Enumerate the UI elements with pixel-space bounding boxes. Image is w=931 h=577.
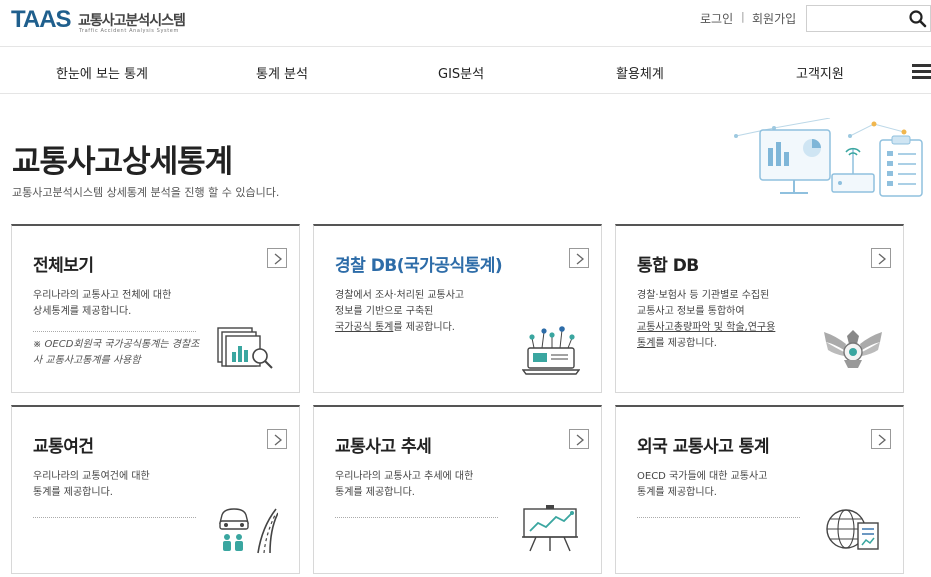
card-accident-trend[interactable]: 교통사고 추세 우리나라의 교통사고 추세에 대한 통계를 제공합니다.: [313, 405, 602, 574]
card-title: 경찰 DB(국가공식통계): [335, 256, 503, 276]
car-road-people-icon: [219, 508, 278, 554]
dotted-divider: [637, 517, 800, 518]
top-bar: TAAS 교통사고분석시스템 Traffic Accident Analysis…: [0, 0, 931, 46]
taas-logo[interactable]: TAAS 교통사고분석시스템 Traffic Accident Analysis…: [11, 6, 201, 34]
police-emblem-icon: [824, 330, 882, 368]
card-traffic-conditions[interactable]: 교통여건 우리나라의 교통여건에 대한 통계를 제공합니다.: [11, 405, 300, 574]
card-description: 우리나라의 교통여건에 대한 통계를 제공합니다.: [33, 469, 223, 501]
card-description-line: 국가공식 통계를 제공합니다.: [335, 320, 525, 336]
statistics-link[interactable]: 통계: [637, 338, 655, 349]
card-all-view[interactable]: 전체보기 우리나라의 교통사고 전체에 대한 상세통계를 제공합니다. ※ OE…: [11, 224, 300, 393]
chevron-right-icon: [274, 434, 283, 446]
card-arrow-button[interactable]: [267, 429, 287, 449]
util-separator: |: [741, 10, 745, 23]
dotted-divider: [335, 517, 498, 518]
chevron-right-icon: [576, 253, 585, 265]
card-arrow-button[interactable]: [569, 429, 589, 449]
official-statistics-link[interactable]: 국가공식 통계: [335, 322, 393, 333]
card-arrow-button[interactable]: [569, 248, 589, 268]
nav-item-customer-support[interactable]: 고객지원: [796, 63, 844, 82]
card-arrow-button[interactable]: [871, 248, 891, 268]
chevron-right-icon: [878, 253, 887, 265]
laptop-network-icon: [522, 326, 580, 375]
chart-documents-magnifier-icon: [217, 327, 273, 369]
nav-item-utilization[interactable]: 활용체계: [616, 63, 664, 82]
card-integrated-db[interactable]: 통합 DB 경찰·보험사 등 기관별로 수집된 교통사고 정보를 통합하여 교통…: [615, 224, 904, 393]
card-title: 통합 DB: [637, 256, 699, 276]
card-description-line: 통계를 제공합니다.: [33, 487, 113, 498]
dotted-divider: [33, 331, 196, 332]
card-description-line: 우리나라의 교통사고 추세에 대한: [335, 471, 474, 482]
card-description-line: OECD 국가들에 대한 교통사고: [637, 471, 768, 482]
card-description: 경찰에서 조사·처리된 교통사고 정보를 기반으로 구축된 국가공식 통계를 제…: [335, 288, 525, 336]
signup-link[interactable]: 회원가입: [752, 10, 796, 27]
page-title: 교통사고상세통계: [12, 144, 233, 180]
card-description: 우리나라의 교통사고 전체에 대한 상세통계를 제공합니다.: [33, 288, 223, 320]
nav-item-overview[interactable]: 한눈에 보는 통계: [56, 63, 148, 82]
chevron-right-icon: [878, 434, 887, 446]
card-title: 외국 교통사고 통계: [637, 437, 769, 457]
search-button[interactable]: [907, 8, 929, 30]
main-navigation: 한눈에 보는 통계 통계 분석 GIS분석 활용체계 고객지원: [0, 46, 931, 94]
logo-subtitle: Traffic Accident Analysis System: [79, 28, 179, 34]
card-title: 교통여건: [33, 437, 94, 457]
page-description: 교통사고분석시스템 상세통계 분석을 진행 할 수 있습니다.: [12, 186, 280, 199]
card-arrow-button[interactable]: [267, 248, 287, 268]
card-description-line: 상세통계를 제공합니다.: [33, 306, 132, 317]
globe-report-icon: [826, 509, 879, 550]
card-description: 우리나라의 교통사고 추세에 대한 통계를 제공합니다.: [335, 469, 525, 501]
logo-system-name: 교통사고분석시스템: [78, 13, 186, 29]
card-title: 전체보기: [33, 256, 94, 276]
card-foreign-statistics[interactable]: 외국 교통사고 통계 OECD 국가들에 대한 교통사고 통계를 제공합니다.: [615, 405, 904, 574]
card-description-line: 통계를 제공합니다.: [637, 487, 717, 498]
search-icon: [909, 10, 927, 28]
card-description-line: 정보를 기반으로 구축된: [335, 306, 434, 317]
research-statistics-link[interactable]: 교통사고총량파악 및 학술,연구용: [637, 320, 827, 336]
statistics-dashboard-illustration: [734, 118, 923, 197]
nav-item-gis-analysis[interactable]: GIS분석: [438, 63, 484, 82]
logo-text: TAAS: [11, 6, 72, 33]
card-arrow-button[interactable]: [871, 429, 891, 449]
card-description-line: 경찰·보험사 등 기관별로 수집된: [637, 290, 770, 301]
card-description-line: 우리나라의 교통여건에 대한: [33, 471, 150, 482]
chevron-right-icon: [576, 434, 585, 446]
card-description-line: 교통사고 정보를 통합하여: [637, 306, 745, 317]
card-description-line: 통계를 제공합니다.: [335, 487, 415, 498]
card-description-tail: 를 제공합니다.: [393, 322, 455, 333]
card-description-line: 경찰에서 조사·처리된 교통사고: [335, 290, 465, 301]
trend-board-icon: [522, 505, 578, 552]
dotted-divider: [33, 517, 196, 518]
card-police-db[interactable]: 경찰 DB(국가공식통계) 경찰에서 조사·처리된 교통사고 정보를 기반으로 …: [313, 224, 602, 393]
hamburger-menu-icon[interactable]: [912, 64, 931, 79]
card-description: OECD 국가들에 대한 교통사고 통계를 제공합니다.: [637, 469, 827, 501]
card-description-line: 통계를 제공합니다.: [637, 336, 827, 352]
chevron-right-icon: [274, 253, 283, 265]
card-title: 교통사고 추세: [335, 437, 432, 457]
card-description: 경찰·보험사 등 기관별로 수집된 교통사고 정보를 통합하여 교통사고총량파악…: [637, 288, 827, 352]
login-link[interactable]: 로그인: [700, 10, 733, 27]
card-note: ※ OECD회원국 국가공식통계는 경찰조사 교통사고통계를 사용함: [33, 339, 200, 366]
nav-item-statistics-analysis[interactable]: 통계 분석: [256, 63, 308, 82]
search-input[interactable]: [807, 6, 903, 31]
card-description-tail: 를 제공합니다.: [655, 338, 717, 349]
card-description-line: 우리나라의 교통사고 전체에 대한: [33, 290, 172, 301]
search-box: [806, 5, 931, 32]
